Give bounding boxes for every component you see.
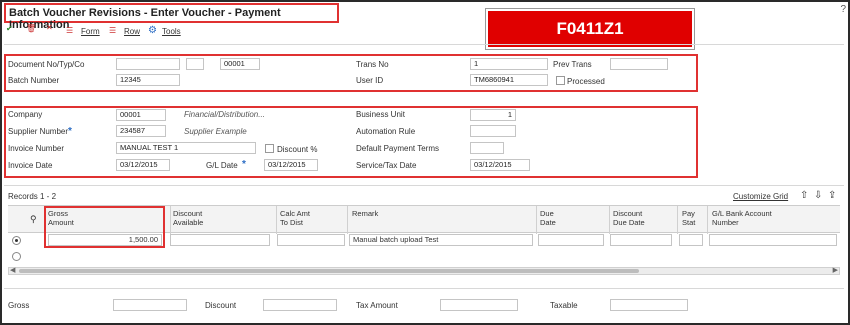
scroll-left-icon[interactable]: ◀: [10, 266, 15, 274]
import-icon[interactable]: ⇩: [814, 190, 822, 201]
trans-no-input[interactable]: 1: [470, 58, 548, 70]
upload-icon[interactable]: ⇪: [828, 190, 836, 201]
discount-pct-checkbox[interactable]: [265, 144, 274, 153]
processed-checkbox[interactable]: [556, 76, 565, 85]
column-divider: [347, 206, 348, 234]
prev-trans-label: Prev Trans: [553, 60, 592, 69]
gross-total-field: [113, 299, 187, 311]
document-company-input[interactable]: 00001: [220, 58, 260, 70]
batch-number-input[interactable]: 12345: [116, 74, 180, 86]
user-id-label: User ID: [356, 76, 384, 85]
grid-select-icon[interactable]: ⚲: [30, 214, 37, 225]
column-divider: [536, 206, 537, 234]
business-unit-input[interactable]: 1: [470, 109, 516, 121]
column-header-discount-due-date[interactable]: Discount Due Date: [613, 209, 645, 227]
row-select-radio[interactable]: [12, 236, 21, 245]
row-select-radio[interactable]: [12, 252, 21, 261]
delete-trash-icon[interactable]: 🗑: [26, 24, 36, 33]
automation-rule-input[interactable]: [470, 125, 516, 137]
taxable-label: Taxable: [550, 301, 578, 310]
gross-amount-cell[interactable]: 1,500.00: [48, 234, 162, 246]
default-payment-terms-input[interactable]: [470, 142, 504, 154]
business-unit-label: Business Unit: [356, 110, 405, 119]
form-menu-icon[interactable]: ☰: [66, 26, 73, 35]
column-header-discount-available[interactable]: Discount Available: [173, 209, 203, 227]
required-marker: *: [242, 159, 246, 170]
divider: [4, 44, 844, 45]
default-payment-terms-label: Default Payment Terms: [356, 144, 439, 153]
gl-bank-account-cell[interactable]: [709, 234, 837, 246]
company-label: Company: [8, 110, 43, 119]
customize-grid-link[interactable]: Customize Grid: [733, 192, 788, 201]
column-divider: [677, 206, 678, 234]
service-tax-date-label: Service/Tax Date: [356, 161, 417, 170]
calc-amt-cell[interactable]: [277, 234, 345, 246]
invoice-date-label: Invoice Date: [8, 161, 53, 170]
ok-check-icon[interactable]: ✔: [6, 24, 13, 33]
gl-date-input[interactable]: 03/12/2015: [264, 159, 318, 171]
export-icon[interactable]: ⇧: [800, 190, 808, 201]
pay-stat-cell[interactable]: [679, 234, 703, 246]
horizontal-scrollbar[interactable]: ◀ ▶: [8, 267, 840, 275]
service-tax-date-input[interactable]: 03/12/2015: [470, 159, 530, 171]
document-type-input[interactable]: [186, 58, 204, 70]
trans-no-label: Trans No: [356, 60, 389, 69]
tools-menu[interactable]: Tools: [162, 27, 181, 36]
invoice-number-input[interactable]: MANUAL TEST 1: [116, 142, 256, 154]
gl-date-label: G/L Date: [206, 161, 238, 170]
gear-icon[interactable]: ⚙: [148, 25, 157, 36]
cancel-x-icon[interactable]: ✕: [46, 23, 53, 32]
batch-number-label: Batch Number: [8, 76, 60, 85]
header-highlight-box: [4, 54, 698, 92]
company-input[interactable]: 00001: [116, 109, 166, 121]
required-marker: *: [68, 126, 72, 137]
discount-total-field: [263, 299, 337, 311]
document-number-input[interactable]: [116, 58, 180, 70]
user-id-input[interactable]: TM6860941: [470, 74, 548, 86]
divider: [4, 288, 844, 289]
tax-amount-label: Tax Amount: [356, 301, 398, 310]
invoice-number-label: Invoice Number: [8, 144, 65, 153]
column-header-remark[interactable]: Remark: [352, 209, 378, 218]
supplier-number-label: Supplier Number: [8, 127, 69, 136]
row-menu-icon[interactable]: ☰: [109, 26, 116, 35]
divider: [4, 185, 844, 186]
row-menu[interactable]: Row: [124, 27, 140, 36]
column-header-pay-stat[interactable]: Pay Stat: [682, 209, 695, 227]
details-highlight-box: [4, 106, 698, 178]
column-divider: [609, 206, 610, 234]
automation-rule-label: Automation Rule: [356, 127, 416, 136]
gross-total-label: Gross: [8, 301, 30, 310]
document-label: Document No/Typ/Co: [8, 60, 85, 69]
table-name-banner: F0411Z1: [486, 9, 694, 49]
supplier-number-input[interactable]: 234587: [116, 125, 166, 137]
column-header-gl-bank-account[interactable]: G/L Bank Account Number: [712, 209, 772, 227]
tax-amount-field: [440, 299, 518, 311]
form-menu[interactable]: Form: [81, 27, 100, 36]
taxable-field: [610, 299, 688, 311]
due-date-cell[interactable]: [538, 234, 604, 246]
scroll-right-icon[interactable]: ▶: [833, 266, 838, 274]
invoice-date-input[interactable]: 03/12/2015: [116, 159, 170, 171]
prev-trans-input[interactable]: [610, 58, 668, 70]
column-divider: [170, 206, 171, 234]
column-divider: [707, 206, 708, 234]
processed-label: Processed: [567, 77, 605, 86]
column-header-due-date[interactable]: Due Date: [540, 209, 556, 227]
remark-cell[interactable]: Manual batch upload Test: [349, 234, 533, 246]
discount-pct-label: Discount %: [277, 145, 318, 154]
column-divider: [276, 206, 277, 234]
records-count: Records 1 - 2: [8, 192, 57, 201]
page-title: Batch Voucher Revisions - Enter Voucher …: [4, 3, 339, 31]
help-icon[interactable]: ?: [840, 4, 846, 15]
discount-due-date-cell[interactable]: [610, 234, 672, 246]
discount-total-label: Discount: [205, 301, 237, 310]
supplier-description: Supplier Example: [184, 127, 247, 136]
discount-available-cell[interactable]: [170, 234, 270, 246]
column-header-calc-amt[interactable]: Calc Amt To Dist: [280, 209, 310, 227]
company-description: Financial/Distribution...: [184, 110, 265, 119]
scrollbar-thumb[interactable]: [19, 269, 639, 273]
